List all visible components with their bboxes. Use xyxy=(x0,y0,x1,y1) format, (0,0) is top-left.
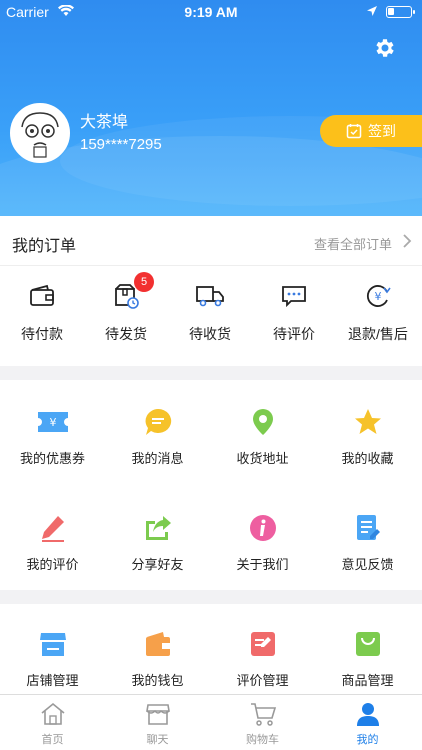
avatar[interactable] xyxy=(10,103,70,163)
grid-item-label: 关于我们 xyxy=(236,557,289,572)
grid-item-label: 我的收藏 xyxy=(341,451,394,466)
grid-item-label: 评价管理 xyxy=(236,673,289,688)
star-icon xyxy=(354,409,381,434)
info-icon xyxy=(249,515,276,541)
tab-label: 我的 xyxy=(356,734,379,746)
truck-icon xyxy=(196,286,224,307)
pending-shipment-badge: 5 xyxy=(134,272,154,292)
tab-cart[interactable]: 购物车 xyxy=(210,701,315,747)
phone-number: 159****7295 xyxy=(80,136,162,153)
svg-text:¥: ¥ xyxy=(375,290,382,303)
feedback-icon xyxy=(356,515,380,540)
share-icon xyxy=(145,516,171,540)
order-pending-review[interactable]: 待评价 xyxy=(252,276,336,344)
chevron-right-icon xyxy=(403,234,412,248)
profile-header: Carrier 9:19 AM 大茶埠 159****7295 签到 xyxy=(0,0,422,216)
grid-item-coupons[interactable]: ¥ 我的优惠券 xyxy=(0,406,105,467)
order-pending-shipment[interactable]: 5 待发货 xyxy=(84,272,168,344)
home-icon xyxy=(40,702,65,725)
grid-item-label: 我的消息 xyxy=(131,451,184,466)
grid-item-product-manage[interactable]: 商品管理 xyxy=(315,628,420,689)
services-section: ¥ 我的优惠券 我的消息 收货地址 我的收藏 我的评价 分享好友 关于我们 意见… xyxy=(0,380,422,590)
grid-item-wallet[interactable]: 我的钱包 xyxy=(105,628,210,689)
bag-icon xyxy=(355,632,380,656)
grid-item-label: 商品管理 xyxy=(341,673,394,688)
location-icon xyxy=(252,409,273,435)
order-status-label: 待评价 xyxy=(273,326,315,342)
svg-text:¥: ¥ xyxy=(49,416,56,429)
order-pending-payment[interactable]: 待付款 xyxy=(0,276,84,344)
grid-item-label: 分享好友 xyxy=(131,557,184,572)
tab-bar: 首页 聊天 购物车 我的 xyxy=(0,694,422,750)
coupon-icon: ¥ xyxy=(37,412,68,432)
grid-item-label: 我的优惠券 xyxy=(19,451,85,466)
grid-item-label: 我的钱包 xyxy=(131,673,184,688)
wallet-icon xyxy=(30,284,54,306)
username: 大茶埠 xyxy=(80,114,129,131)
tab-label: 购物车 xyxy=(246,734,279,746)
grid-item-review-manage[interactable]: 评价管理 xyxy=(210,628,315,689)
grid-item-label: 我的评价 xyxy=(26,557,79,572)
order-status-label: 待付款 xyxy=(21,326,63,342)
grid-item-label: 收货地址 xyxy=(236,451,289,466)
order-status-label: 待发货 xyxy=(105,326,147,342)
status-time: 9:19 AM xyxy=(184,4,238,20)
grid-item-messages[interactable]: 我的消息 xyxy=(105,406,210,467)
location-arrow-icon xyxy=(367,6,377,16)
checkin-button[interactable]: 签到 xyxy=(320,115,422,147)
orders-header[interactable]: 我的订单 查看全部订单 xyxy=(0,216,422,266)
grid-item-label: 店铺管理 xyxy=(26,673,79,688)
manage-section: 店铺管理 我的钱包 评价管理 商品管理 xyxy=(0,604,422,694)
wallet-orange-icon xyxy=(145,632,170,656)
orders-title: 我的订单 xyxy=(12,238,77,255)
tab-label: 首页 xyxy=(41,734,64,746)
orders-section: 我的订单 查看全部订单 待付款 5 待发货 待收货 待评价 ¥ 退款/售后 xyxy=(0,216,422,366)
tab-home[interactable]: 首页 xyxy=(0,701,105,747)
grid-item-store-manage[interactable]: 店铺管理 xyxy=(0,628,105,689)
grid-item-favorites[interactable]: 我的收藏 xyxy=(315,406,420,467)
grid-item-my-reviews[interactable]: 我的评价 xyxy=(0,512,105,573)
status-bar: Carrier 9:19 AM xyxy=(0,0,422,24)
cart-icon xyxy=(250,703,276,726)
gear-icon[interactable] xyxy=(373,36,397,60)
order-status-label: 待收货 xyxy=(189,326,231,342)
battery-icon xyxy=(386,6,415,18)
checkin-label: 签到 xyxy=(368,123,396,139)
shop-icon xyxy=(145,704,170,725)
tab-chat[interactable]: 聊天 xyxy=(105,701,210,747)
grid-item-about[interactable]: 关于我们 xyxy=(210,512,315,573)
order-pending-receipt[interactable]: 待收货 xyxy=(168,276,252,344)
order-status-label: 退款/售后 xyxy=(348,326,408,342)
comment-icon xyxy=(282,286,306,308)
review-manage-icon xyxy=(250,632,275,656)
person-icon xyxy=(356,703,379,726)
order-status-row: 待付款 5 待发货 待收货 待评价 ¥ 退款/售后 xyxy=(0,272,422,356)
calendar-check-icon xyxy=(346,124,362,139)
grid-item-label: 意见反馈 xyxy=(341,557,394,572)
message-icon xyxy=(145,408,171,435)
avatar-face-icon xyxy=(12,105,68,161)
tab-label: 聊天 xyxy=(146,734,169,746)
refund-icon: ¥ xyxy=(367,285,391,307)
pen-icon xyxy=(41,516,64,542)
order-refund[interactable]: ¥ 退款/售后 xyxy=(336,276,420,344)
grid-item-address[interactable]: 收货地址 xyxy=(210,406,315,467)
tab-me[interactable]: 我的 xyxy=(315,701,420,747)
grid-item-share[interactable]: 分享好友 xyxy=(105,512,210,573)
grid-item-feedback[interactable]: 意见反馈 xyxy=(315,512,420,573)
view-all-orders-link[interactable]: 查看全部订单 xyxy=(314,234,392,253)
store-icon xyxy=(39,633,66,656)
